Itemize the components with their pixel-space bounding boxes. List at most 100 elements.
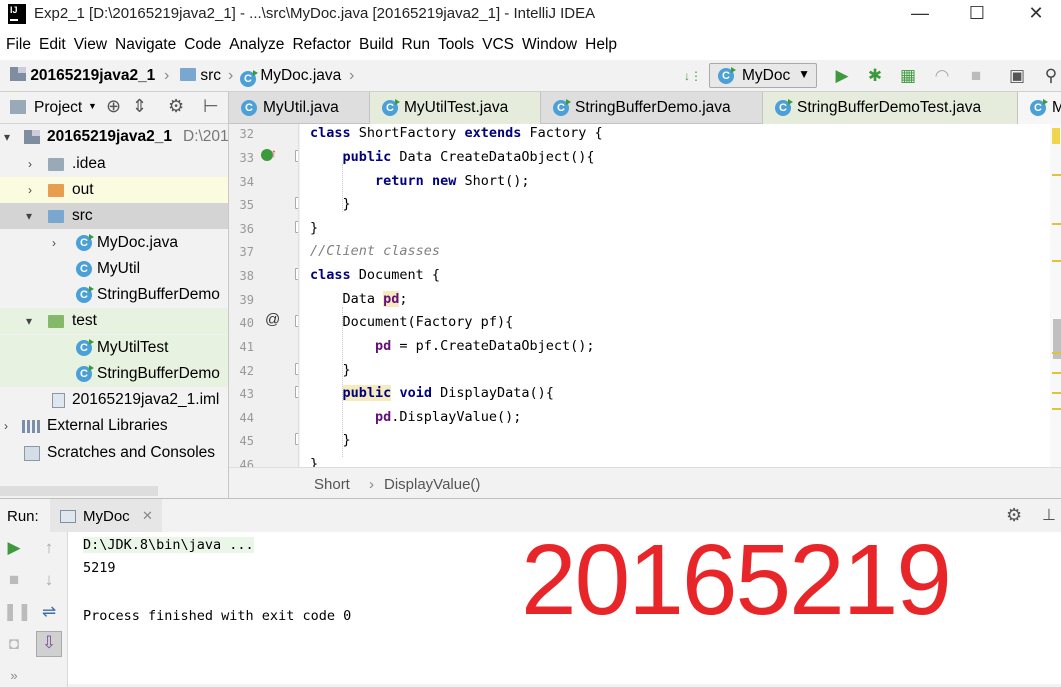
tab-stringbufferdemo[interactable]: C StringBufferDemo.java [541,92,763,124]
fold-icon[interactable] [295,268,298,280]
warning-marker[interactable] [1052,260,1061,262]
code-line: class Document { [310,267,441,283]
breadcrumb-method[interactable]: DisplayValue() [384,476,480,493]
fold-icon[interactable] [295,221,298,233]
tree-item-stringbufferdemotest[interactable]: C StringBufferDemo [0,361,228,387]
fold-icon[interactable] [295,363,298,375]
tree-item-myutiltest[interactable]: C MyUtilTest [0,335,228,361]
make-project-icon[interactable]: ↓⋮ [682,66,704,86]
fold-icon[interactable] [295,150,298,162]
line-number: 46 [239,458,254,467]
scroll-to-end-icon[interactable]: ⇩ [36,631,62,657]
fold-icon[interactable] [295,315,298,327]
gear-icon[interactable]: ⚙ [1006,505,1022,526]
warning-marker[interactable] [1052,352,1061,354]
stop-icon[interactable]: ■ [3,569,25,591]
hide-panel-icon[interactable]: ⊢ [203,96,219,117]
menu-help[interactable]: Help [581,30,621,60]
tree-item-external-libraries[interactable]: › External Libraries [0,413,228,439]
run-icon[interactable]: ▶ [831,66,853,86]
tab-myutiltest[interactable]: C MyUtilTest.java [370,92,541,124]
console-output-line: 5219 [83,560,116,576]
search-icon[interactable]: ⚲ [1040,66,1061,86]
soft-wrap-icon[interactable]: ⇌ [38,601,60,623]
menu-tools[interactable]: Tools [434,30,478,60]
collapse-all-icon[interactable]: ⇕ [132,96,147,117]
scratches-icon [24,446,40,461]
fold-icon[interactable] [295,386,298,398]
tree-item-scratches[interactable]: Scratches and Consoles [0,440,228,466]
menu-analyze[interactable]: Analyze [225,30,288,60]
warning-marker[interactable] [1052,223,1061,225]
tree-item-mydoc[interactable]: › C MyDoc.java [0,230,228,256]
tree-item-stringbufferdemo[interactable]: C StringBufferDemo [0,282,228,308]
warning-marker[interactable] [1052,408,1061,410]
editor-gutter: 32 33 34 35 36 37 38 39 40 41 42 43 44 4… [229,124,299,467]
tab-stringbufferdemotest[interactable]: C StringBufferDemoTest.java [763,92,1018,124]
close-tab-icon[interactable]: ✕ [142,508,153,524]
minimize-button[interactable]: — [905,2,935,26]
java-class-icon: C [1030,99,1048,116]
tree-item-label: MyUtilTest [97,339,169,356]
rerun-icon[interactable]: ▶ [3,537,25,559]
menu-file[interactable]: File [2,30,35,60]
fold-icon[interactable] [295,197,298,209]
warning-marker[interactable] [1052,392,1061,394]
tab-label: MyUtil.java [263,99,339,116]
run-configuration-select[interactable]: C MyDoc ▼ [709,63,817,88]
hide-panel-icon[interactable]: ⊥ [1042,505,1056,525]
project-view-select[interactable]: Project [34,99,82,117]
chevron-right-icon: › [369,476,374,493]
warning-marker[interactable] [1052,372,1061,374]
down-arrow-icon[interactable]: ↓ [38,569,60,591]
tree-item-iml[interactable]: 20165219java2_1.iml [0,387,228,413]
close-button[interactable]: ✕ [1021,2,1051,26]
tree-item-project-root[interactable]: ▾ 20165219java2_1 D:\201 [0,124,228,150]
tree-item-test[interactable]: ▾ test [0,308,228,334]
project-structure-icon[interactable]: ▣ [1006,66,1028,86]
menu-run[interactable]: Run [398,30,434,60]
warning-icon[interactable] [1052,128,1060,144]
error-stripe[interactable] [1050,124,1061,467]
warning-marker[interactable] [1052,174,1061,176]
override-arrow-icon[interactable]: ↑ [271,146,277,160]
gear-icon[interactable]: ⚙ [168,96,184,117]
scroll-from-source-icon[interactable]: ⊕ [106,96,121,117]
menu-navigate[interactable]: Navigate [111,30,180,60]
breadcrumb-class[interactable]: Short [314,476,350,493]
menu-edit[interactable]: Edit [35,30,70,60]
tree-item-src[interactable]: ▾ src [0,203,228,229]
maximize-button[interactable]: ☐ [962,2,992,26]
profiler-icon[interactable]: ◠ [931,66,953,86]
tree-item-idea[interactable]: › .idea [0,151,228,177]
tree-item-myutil[interactable]: C MyUtil [0,256,228,282]
fold-icon[interactable] [295,433,298,445]
camera-icon[interactable]: ◘ [3,633,25,655]
breadcrumb-file[interactable]: C MyDoc.java [240,67,341,87]
coverage-icon[interactable]: ▦ [897,66,919,86]
menu-code[interactable]: Code [180,30,225,60]
breadcrumb-project[interactable]: 20165219java2_1 [10,67,155,85]
chevron-right-icon: › [52,236,56,250]
tab-myutil[interactable]: C MyUtil.java [229,92,370,124]
pause-icon[interactable]: ❚❚ [3,601,32,623]
up-arrow-icon[interactable]: ↑ [38,537,60,559]
tree-item-label: 20165219java2_1.iml [72,391,220,408]
editor-breadcrumb: Short › DisplayValue() [229,467,1061,498]
menu-window[interactable]: Window [518,30,581,60]
menu-view[interactable]: View [70,30,111,60]
menu-refactor[interactable]: Refactor [288,30,355,60]
tab-mydoc[interactable]: C M [1018,92,1061,124]
breadcrumb-folder[interactable]: src [180,67,221,85]
debug-icon[interactable]: ✱ [864,66,886,86]
stop-icon[interactable]: ■ [965,66,987,86]
more-icon[interactable]: » [3,665,25,687]
menu-build[interactable]: Build [355,30,397,60]
tree-item-label: Scratches and Consoles [47,444,216,461]
annotation-marker-icon[interactable]: @ [265,311,280,328]
code-editor[interactable]: class ShortFactory extends Factory { pub… [300,124,1050,467]
horizontal-scrollbar[interactable] [0,486,158,496]
menu-vcs[interactable]: VCS [478,30,518,60]
tree-item-out[interactable]: › out [0,177,228,203]
code-line: } [310,456,319,467]
